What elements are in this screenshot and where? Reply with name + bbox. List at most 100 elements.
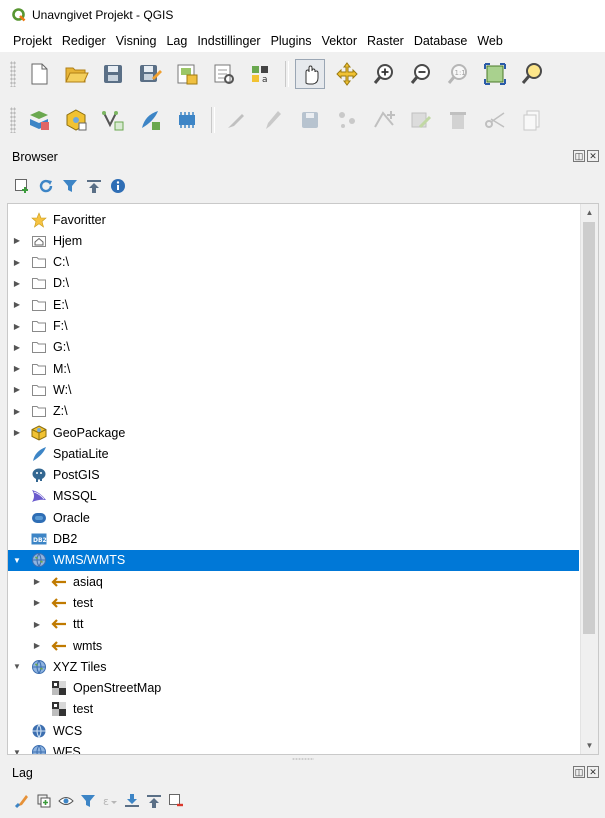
zoom-full-icon[interactable] (480, 59, 510, 89)
zoom-out-icon[interactable] (406, 59, 436, 89)
tree-item[interactable]: ▶ Hjem (8, 230, 579, 251)
filter-icon[interactable] (61, 177, 79, 195)
collapsed-arrow-icon[interactable]: ▶ (12, 364, 22, 374)
layout-manager-icon[interactable] (209, 59, 239, 89)
zoom-native-icon[interactable]: 1:1 (443, 59, 473, 89)
delete-selected-icon[interactable] (443, 105, 473, 135)
collapsed-arrow-icon[interactable]: ▶ (12, 385, 22, 395)
tree-item[interactable]: MSSQL (8, 486, 579, 507)
tree-item[interactable]: WCS (8, 720, 579, 741)
zoom-in-icon[interactable] (369, 59, 399, 89)
menu-projekt[interactable]: Projekt (0, 34, 57, 48)
collapsed-arrow-icon[interactable]: ▶ (12, 406, 22, 416)
tree-item[interactable]: ▶ ttt (8, 614, 579, 635)
menu-indstillinger[interactable]: Indstillinger (192, 34, 265, 48)
pan-map-icon[interactable] (295, 59, 325, 89)
tree-item[interactable]: ▶ E:\ (8, 294, 579, 315)
tree-item[interactable]: ▶ asiaq (8, 571, 579, 592)
style-manager-icon[interactable]: a (246, 59, 276, 89)
properties-icon[interactable] (109, 177, 127, 195)
collapsed-arrow-icon[interactable]: ▶ (12, 342, 22, 352)
tree-item[interactable]: ▶ C:\ (8, 252, 579, 273)
add-feature-icon[interactable] (332, 105, 362, 135)
new-project-icon[interactable] (24, 59, 54, 89)
manage-visibility-icon[interactable] (58, 793, 74, 809)
tree-item[interactable]: ▶ F:\ (8, 316, 579, 337)
data-source-manager-icon[interactable] (24, 105, 54, 135)
tree-item[interactable]: OpenStreetMap (8, 678, 579, 699)
remove-layer-icon[interactable] (168, 793, 184, 809)
collapsed-arrow-icon[interactable]: ▶ (12, 257, 22, 267)
copy-features-icon[interactable] (517, 105, 547, 135)
collapsed-arrow-icon[interactable]: ▶ (12, 278, 22, 288)
menu-rediger[interactable]: Rediger (57, 34, 111, 48)
save-edits-icon[interactable] (295, 105, 325, 135)
save-project-icon[interactable] (98, 59, 128, 89)
tree-item[interactable]: DB2 DB2 (8, 529, 579, 550)
browser-tree[interactable]: ▼ WFS WCS test OpenStreetMap ▼ XYZ Tiles ▶ wmts ▶… (7, 203, 599, 755)
tree-item[interactable]: ▶ W:\ (8, 379, 579, 400)
tree-item[interactable]: ▼ WFS (8, 742, 579, 755)
style-panel-icon[interactable] (14, 793, 30, 809)
toolbar-grip[interactable] (10, 107, 16, 133)
collapsed-arrow-icon[interactable]: ▶ (12, 236, 22, 246)
new-spatialite-layer-icon[interactable] (135, 105, 165, 135)
tree-item[interactable]: ▶ Z:\ (8, 401, 579, 422)
refresh-icon[interactable] (37, 177, 55, 195)
tree-item[interactable]: ▶ M:\ (8, 358, 579, 379)
tree-item[interactable]: ▶ wmts (8, 635, 579, 656)
collapse-all-icon[interactable] (85, 177, 103, 195)
tree-item[interactable]: PostGIS (8, 465, 579, 486)
collapsed-arrow-icon[interactable]: ▶ (12, 300, 22, 310)
add-group-icon[interactable] (36, 793, 52, 809)
tree-item[interactable]: SpatiaLite (8, 443, 579, 464)
menu-lag[interactable]: Lag (161, 34, 192, 48)
zoom-to-selection-icon[interactable] (517, 59, 547, 89)
tree-item[interactable]: ▶ GeoPackage (8, 422, 579, 443)
new-geopackage-layer-icon[interactable] (61, 105, 91, 135)
tree-item[interactable]: ▼ XYZ Tiles (8, 656, 579, 677)
tree-item[interactable]: Oracle (8, 507, 579, 528)
save-as-icon[interactable] (135, 59, 165, 89)
modify-attributes-icon[interactable] (406, 105, 436, 135)
tree-item[interactable]: ▼ WMS/WMTS (8, 549, 579, 571)
menu-plugins[interactable]: Plugins (266, 34, 317, 48)
new-print-layout-icon[interactable] (172, 59, 202, 89)
collapsed-arrow-icon[interactable]: ▶ (12, 321, 22, 331)
menu-visning[interactable]: Visning (111, 34, 162, 48)
expanded-arrow-icon[interactable]: ▼ (12, 662, 22, 672)
digitize-vertex-icon[interactable] (98, 105, 128, 135)
collapsed-arrow-icon[interactable]: ▶ (32, 598, 42, 608)
filter-expression-icon[interactable]: ε (102, 793, 118, 809)
scroll-down-arrow-icon[interactable]: ▼ (581, 737, 598, 754)
tree-vertical-scrollbar[interactable]: ▲ ▼ (580, 204, 598, 754)
expanded-arrow-icon[interactable]: ▼ (12, 747, 22, 755)
vertex-tool-icon[interactable] (369, 105, 399, 135)
collapsed-arrow-icon[interactable]: ▶ (12, 428, 22, 438)
pan-to-selection-icon[interactable] (332, 59, 362, 89)
cut-features-icon[interactable] (480, 105, 510, 135)
tree-item[interactable]: ▶ G:\ (8, 337, 579, 358)
expanded-arrow-icon[interactable]: ▼ (12, 555, 22, 565)
float-panel-icon[interactable]: ◫ (573, 150, 585, 162)
tree-item[interactable]: ▶ D:\ (8, 273, 579, 294)
current-edits-icon[interactable] (221, 105, 251, 135)
scrollbar-thumb[interactable] (583, 222, 595, 634)
tree-item[interactable]: ▶ test (8, 592, 579, 613)
close-panel-icon[interactable]: ✕ (587, 766, 599, 778)
menu-web[interactable]: Web (472, 34, 507, 48)
collapse-all-icon[interactable] (146, 793, 162, 809)
collapsed-arrow-icon[interactable]: ▶ (32, 619, 42, 629)
new-temporary-layer-icon[interactable] (172, 105, 202, 135)
collapsed-arrow-icon[interactable]: ▶ (32, 577, 42, 587)
toolbar-grip[interactable] (10, 61, 16, 87)
tree-item[interactable]: Favoritter (8, 209, 579, 230)
menu-database[interactable]: Database (409, 34, 473, 48)
menu-vektor[interactable]: Vektor (317, 34, 362, 48)
add-selected-layers-icon[interactable] (13, 177, 31, 195)
collapsed-arrow-icon[interactable]: ▶ (32, 641, 42, 651)
close-panel-icon[interactable]: ✕ (587, 150, 599, 162)
expand-all-icon[interactable] (124, 793, 140, 809)
float-panel-icon[interactable]: ◫ (573, 766, 585, 778)
open-project-icon[interactable] (61, 59, 91, 89)
